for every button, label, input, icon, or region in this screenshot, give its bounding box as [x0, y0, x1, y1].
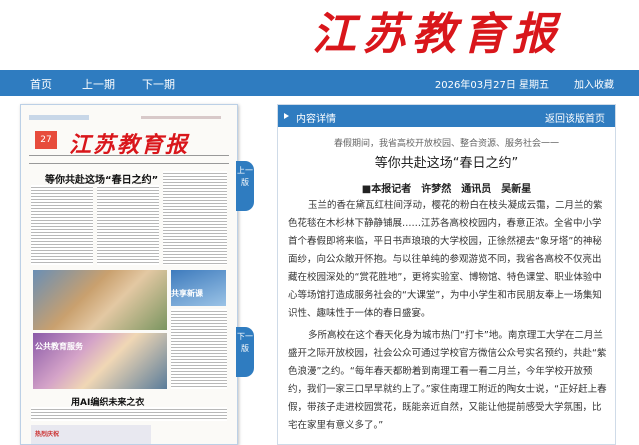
article-detail-panel: 内容详情 返回该版首页 春假期间，我省高校开放校园、整合资源、服务社会一一 等你…	[277, 104, 616, 445]
masthead-strip	[141, 116, 221, 119]
newspaper-page-image[interactable]: 27 江苏教育报 等你共赴这场“春日之约” 公共教育服务 共享新课 用AI编织未…	[20, 104, 238, 445]
text-column	[163, 171, 227, 265]
divider	[29, 155, 229, 156]
top-nav-bar: 首页 上一期 下一期 2026年03月27日 星期五 加入收藏	[0, 70, 639, 96]
text-column	[97, 185, 159, 265]
back-to-page-link[interactable]: 返回该版首页	[545, 110, 605, 125]
text-column	[31, 407, 227, 421]
photo-label: 公共教育服务	[35, 342, 83, 351]
add-favorite-link[interactable]: 加入收藏	[574, 76, 614, 91]
issue-date: 2026年03月27日 星期五	[434, 80, 549, 91]
article-body: 玉兰的香在黛瓦红柱间浮动，樱花的粉白在枝头凝成云霭，二月兰的紫色花毯在木杉林下静…	[288, 197, 610, 439]
article-title: 等你共赴这场“春日之约”	[374, 156, 519, 171]
newspaper-logo: 江苏教育报	[312, 9, 562, 60]
masthead: 江苏教育报	[0, 0, 639, 70]
text-column	[171, 309, 227, 389]
detail-header-title: 内容详情	[296, 114, 336, 125]
paper-date-badge: 27	[35, 131, 57, 149]
article-kicker: 春假期间，我省高校开放校园、整合资源、服务社会一一	[333, 139, 559, 149]
news-photo	[33, 270, 167, 330]
nav-next-issue-link[interactable]: 下一期	[142, 76, 175, 92]
divider	[29, 163, 229, 164]
masthead-strip	[29, 115, 89, 120]
triangle-icon	[284, 113, 289, 119]
text-column	[31, 185, 93, 265]
prev-page-tab[interactable]: 上一版	[236, 161, 254, 211]
nav-home-link[interactable]: 首页	[30, 76, 52, 92]
article-byline: ■本报记者 许梦然 通讯员 吴新星	[361, 184, 532, 195]
nav-prev-issue-link[interactable]: 上一期	[82, 76, 115, 92]
next-page-tab[interactable]: 下一版	[236, 327, 254, 377]
article-paragraph: 多所高校在这个春天化身为城市热门“打卡”地。南京理工大学在二月兰盛开之际开放校园…	[288, 330, 607, 431]
bottom-ad-text: 热烈庆祝	[35, 431, 60, 438]
article-paragraph: 玉兰的香在黛瓦红柱间浮动，樱花的粉白在枝头凝成云霭，二月兰的紫色花毯在木杉林下静…	[288, 200, 603, 319]
paper-headline[interactable]: 等你共赴这场“春日之约”	[45, 171, 158, 186]
photo-label: 共享新课	[171, 289, 203, 298]
detail-header-bar: 内容详情 返回该版首页	[278, 105, 615, 127]
